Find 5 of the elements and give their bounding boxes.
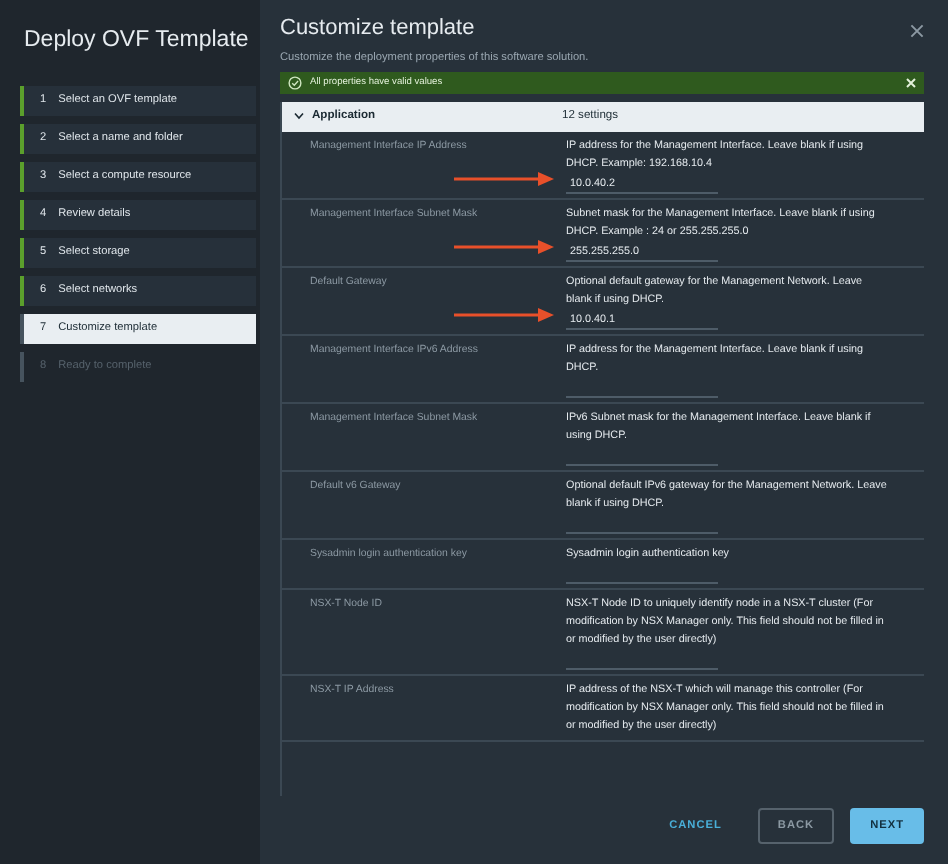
page-title: Customize template xyxy=(280,14,475,44)
close-icon[interactable] xyxy=(906,77,916,88)
dialog-title: Deploy OVF Template xyxy=(24,26,251,56)
check-circle-icon xyxy=(288,75,302,90)
chevron-icon xyxy=(294,112,304,121)
